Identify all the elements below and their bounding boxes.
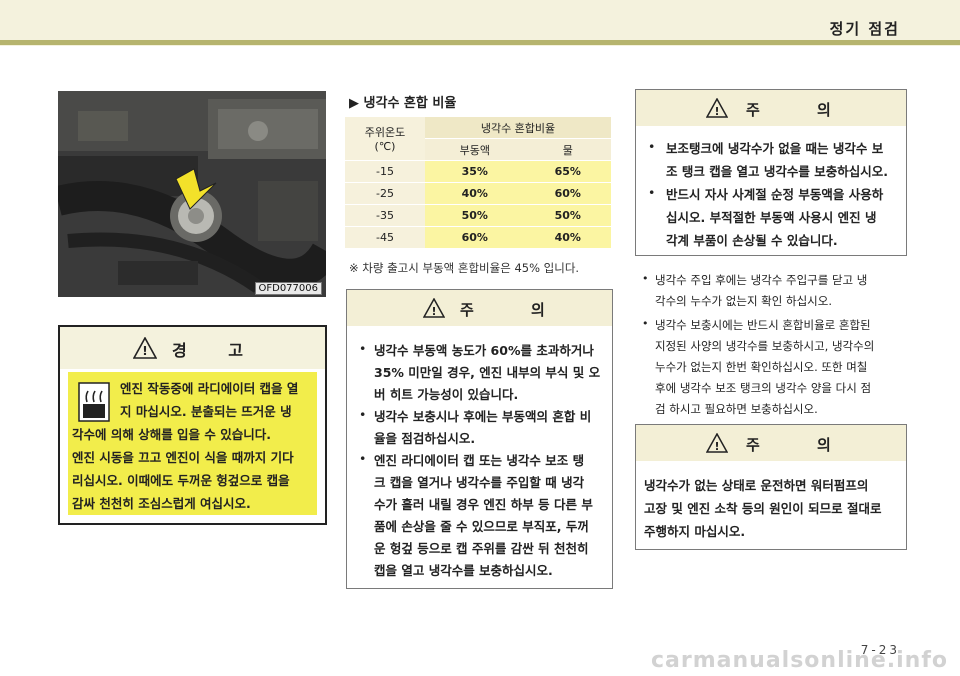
caution-header: ! 주 의 xyxy=(636,90,906,126)
caution-triangle-icon: ! xyxy=(706,98,728,118)
warning-triangle-mark: ! xyxy=(142,344,147,358)
table-row: -25 40% 60% xyxy=(345,182,611,205)
caution-top-line-2: 조 탱크 캡을 열고 냉각수를 보충하십시오. xyxy=(666,164,889,179)
bullet: • xyxy=(642,317,649,330)
right-list-line-4: 지정된 사양의 냉각수를 보충하시고, 냉각수의 xyxy=(655,339,875,353)
mix-water: 40% xyxy=(524,226,611,249)
caution-triangle-icon: ! xyxy=(706,433,728,453)
caution-middle-line-1: 냉각수 부동액 농도가 60%를 초과하거나 xyxy=(374,343,594,358)
caution-bottom-line-3: 주행하지 마십시오. xyxy=(644,524,746,539)
caution-middle-line-11: 캡을 열고 냉각수를 보충하십시오. xyxy=(374,563,553,578)
bullet: • xyxy=(359,451,367,466)
warning-triangle-icon: ! xyxy=(133,337,157,359)
engine-bay-illustration xyxy=(58,91,326,297)
mix-header-temp: 주위온도 (℃) xyxy=(345,117,425,161)
caution-middle-line-6: 엔진 라디에이터 캡 또는 냉각수 보조 탱 xyxy=(374,453,585,468)
bullet: • xyxy=(648,139,656,154)
mix-antifreeze: 35% xyxy=(425,160,525,183)
mix-temp: -35 xyxy=(345,204,425,227)
mix-table: 주위온도 (℃) 냉각수 혼합비율 부동액 물 -15 35% 65% -25 … xyxy=(345,117,611,249)
caution-middle-line-4: 냉각수 보충시나 후에는 부동액의 혼합 비 xyxy=(374,409,592,424)
caution-triangle-mark: ! xyxy=(714,440,719,453)
caution-bottom-line-1: 냉각수가 없는 상태로 운전하면 워터펌프의 xyxy=(644,478,869,493)
mix-title: ▶ 냉각수 혼합 비율 xyxy=(349,96,457,111)
header-bar xyxy=(0,0,960,46)
caution-box-middle: ! 주 의 • 냉각수 부동액 농도가 60%를 초과하거나 35% 미만일 경… xyxy=(346,289,613,589)
warning-line-1: 엔진 작동중에 라디에이터 캡을 열 xyxy=(120,381,299,396)
warning-line-4: 엔진 시동을 끄고 엔진이 식을 때까지 기다 xyxy=(72,450,294,465)
caution-triangle-mark: ! xyxy=(431,305,436,318)
caution-middle-line-10: 운 헝겊 등으로 캡 주위를 감싼 뒤 천천히 xyxy=(374,541,589,556)
caution-triangle-mark: ! xyxy=(714,105,719,118)
photo-code: OFD077006 xyxy=(254,282,322,295)
mix-header-ratio: 냉각수 혼합비율 xyxy=(425,117,611,139)
mix-water: 60% xyxy=(524,182,611,205)
right-list-line-1: 냉각수 주입 후에는 냉각수 주입구를 닫고 냉 xyxy=(655,273,868,287)
warning-title: 경 고 xyxy=(172,341,262,360)
caution-box-top-right: ! 주 의 • 보조탱크에 냉각수가 없을 때는 냉각수 보 조 탱크 캡을 열… xyxy=(635,89,907,256)
mix-header-temp-unit: (℃) xyxy=(374,140,396,153)
caution-header: ! 주 의 xyxy=(636,425,906,461)
caution-title: 주 의 xyxy=(460,301,571,319)
warning-line-2: 지 마십시오. 분출되는 뜨거운 냉 xyxy=(120,404,292,419)
mix-temp: -45 xyxy=(345,226,425,249)
table-row: -15 35% 65% xyxy=(345,160,611,183)
caution-triangle-icon: ! xyxy=(423,298,445,318)
mix-temp: -25 xyxy=(345,182,425,205)
right-list-line-2: 각수의 누수가 없는지 확인 하십시오. xyxy=(655,294,832,308)
mix-note: ※ 차량 출고시 부동액 혼합비율은 45% 입니다. xyxy=(349,261,580,275)
warning-box: ! 경 고 엔진 작동중에 라디에이터 캡을 열 지 마십시오. 분출되는 뜨거… xyxy=(58,325,327,525)
right-list-line-6: 후에 냉각수 보조 탱크의 냉각수 양을 다시 점 xyxy=(655,381,872,395)
table-row: -45 60% 40% xyxy=(345,226,611,249)
mix-water: 50% xyxy=(524,204,611,227)
bullet: • xyxy=(359,341,367,356)
mix-antifreeze: 60% xyxy=(425,226,525,249)
engine-photo: OFD077006 xyxy=(58,91,326,297)
right-list-line-3: 냉각수 보충시에는 반드시 혼합비율로 혼합된 xyxy=(655,318,871,332)
mix-water: 65% xyxy=(524,160,611,183)
warning-body: 엔진 작동중에 라디에이터 캡을 열 지 마십시오. 분출되는 뜨거운 냉 각수… xyxy=(68,372,317,515)
mix-temp: -15 xyxy=(345,160,425,183)
warning-header: ! 경 고 xyxy=(60,327,325,369)
mix-header-water: 물 xyxy=(524,138,611,161)
caution-title: 주 의 xyxy=(746,436,857,454)
caution-top-line-4: 십시오. 부적절한 부동액 사용시 엔진 냉 xyxy=(666,210,877,225)
caution-header: ! 주 의 xyxy=(347,290,612,326)
table-row: -35 50% 50% xyxy=(345,204,611,227)
hot-coolant-icon xyxy=(78,382,110,422)
caution-title: 주 의 xyxy=(746,101,857,119)
caution-middle-line-7: 크 캡을 열거나 냉각수를 주입할 때 냉각 xyxy=(374,475,585,490)
bullet: • xyxy=(359,407,367,422)
mix-antifreeze: 50% xyxy=(425,204,525,227)
caution-top-line-1: 보조탱크에 냉각수가 없을 때는 냉각수 보 xyxy=(666,141,884,156)
caution-middle-line-3: 버 히트 가능성이 있습니다. xyxy=(374,387,519,402)
caution-box-bottom-right: ! 주 의 냉각수가 없는 상태로 운전하면 워터펌프의 고장 및 엔진 소착 … xyxy=(635,424,907,550)
bullet: • xyxy=(648,185,656,200)
header-stripe xyxy=(0,40,960,45)
mix-header-antifreeze: 부동액 xyxy=(425,138,525,161)
caution-middle-line-9: 품에 손상을 줄 수 있으므로 부직포, 두꺼 xyxy=(374,519,589,534)
warning-line-6: 감싸 천천히 조심스럽게 여십시오. xyxy=(72,496,251,511)
caution-top-line-3: 반드시 자사 사계절 순정 부동액을 사용하 xyxy=(666,187,884,202)
section-title: 정기 점검 xyxy=(829,20,900,38)
warning-line-5: 리십시오. 이때에도 두꺼운 헝겊으로 캡을 xyxy=(72,473,290,488)
caution-top-line-5: 각계 부품이 손상될 수 있습니다. xyxy=(666,233,838,248)
caution-bottom-line-2: 고장 및 엔진 소착 등의 원인이 되므로 절대로 xyxy=(644,501,882,516)
mix-antifreeze: 40% xyxy=(425,182,525,205)
right-list-line-7: 검 하시고 필요하면 보충하십시오. xyxy=(655,402,818,416)
caution-middle-line-2: 35% 미만일 경우, 엔진 내부의 부식 및 오 xyxy=(374,365,601,380)
caution-middle-line-5: 율을 점검하십시오. xyxy=(374,431,476,446)
right-list-line-5: 누수가 없는지 한번 확인하십시오. 또한 며칠 xyxy=(655,360,868,374)
mix-header-temp-label: 주위온도 xyxy=(364,126,406,139)
watermark: carmanualsonline.info xyxy=(651,648,948,673)
warning-line-3: 각수에 의해 상해를 입을 수 있습니다. xyxy=(72,427,272,442)
bullet: • xyxy=(642,272,649,285)
caution-middle-line-8: 수가 흘러 내릴 경우 엔진 하부 등 다른 부 xyxy=(374,497,593,512)
